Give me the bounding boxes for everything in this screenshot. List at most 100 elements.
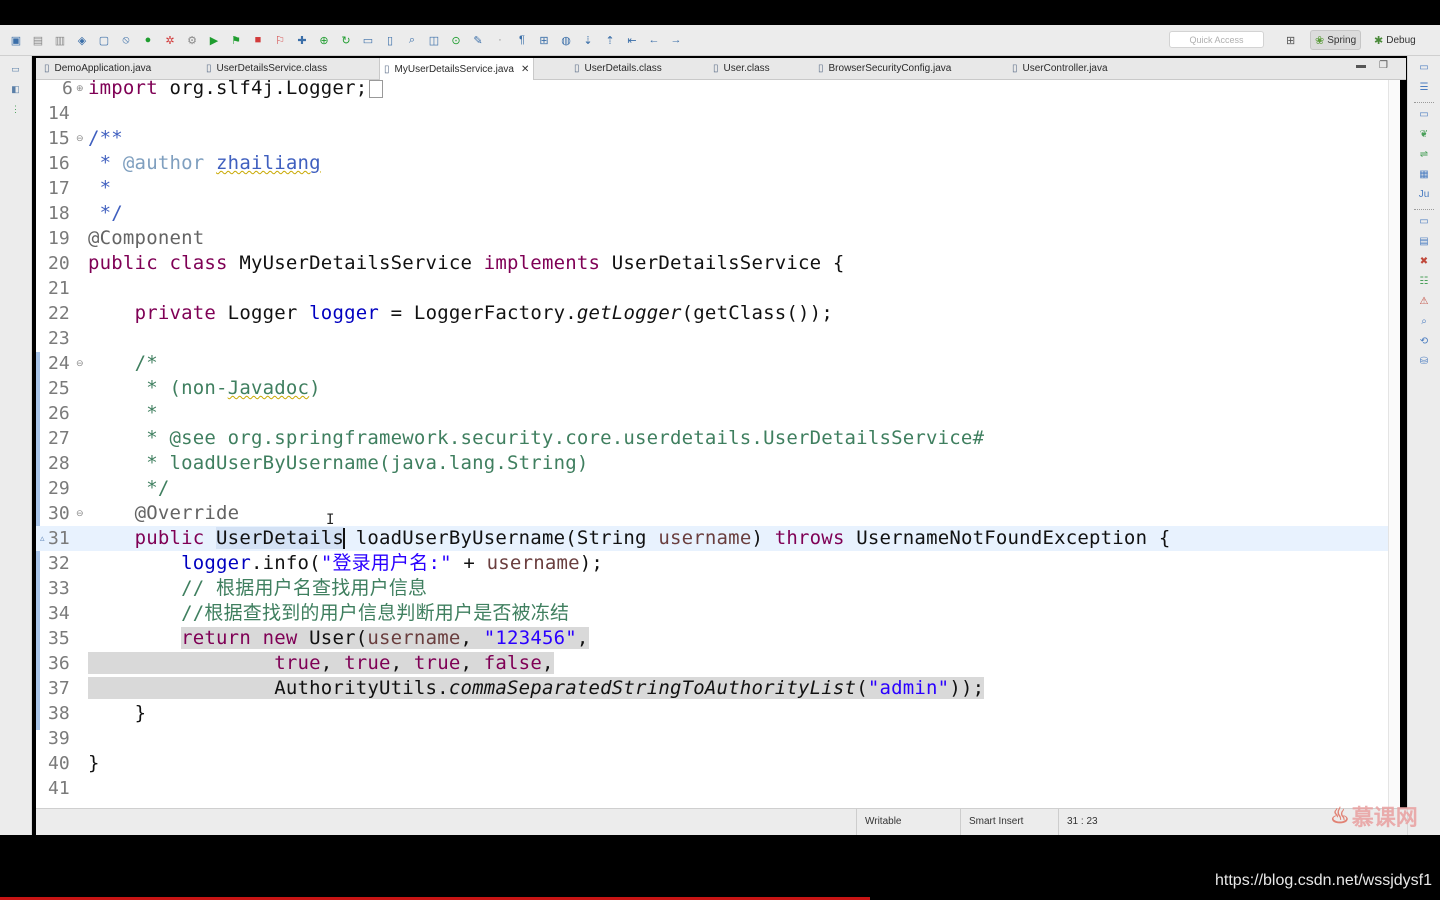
code-line: 28 * loadUserByUsername(java.lang.String… xyxy=(36,451,1388,476)
right-trim-stack: ▭ ☰ ▭ ❦ ⇌ ▦ Ju ▭ ▤ ✖ ☷ ⚠ ⌕ ⟲ ⛁ xyxy=(1407,56,1440,835)
tab-label: MyUserDetailsService.java xyxy=(394,63,514,75)
folded-imports-box[interactable] xyxy=(369,80,384,98)
next-annotation-icon[interactable]: ⇣ xyxy=(578,31,598,49)
pin-icon[interactable]: ⊙ xyxy=(446,31,466,49)
close-tab-icon[interactable]: ✕ xyxy=(521,64,529,75)
refresh-icon[interactable]: ↻ xyxy=(336,31,356,49)
maximize-icon[interactable]: ❐ xyxy=(1379,60,1388,71)
run-icon[interactable]: ▶ xyxy=(204,31,224,49)
console-icon[interactable]: ▤ xyxy=(1416,236,1432,250)
outline-icon[interactable]: ☰ xyxy=(1416,82,1432,96)
annotation: @Component xyxy=(88,227,205,249)
globe-icon[interactable]: ◍ xyxy=(556,31,576,49)
tab-user-details-service-class[interactable]: ▯ UserDetailsService.class xyxy=(206,58,327,79)
line-number: 19 xyxy=(48,228,70,249)
git-staging-icon[interactable]: ⛁ xyxy=(1416,356,1432,370)
edit-icon[interactable]: ✎ xyxy=(468,31,488,49)
string-literal: "登录用户名:" xyxy=(320,552,452,574)
spring-boot-icon[interactable]: ● xyxy=(138,31,158,49)
code-line: 36 true, true, true, false, xyxy=(36,651,1388,676)
keyword: class xyxy=(169,252,228,274)
code-editor[interactable]: 6 ⊕ import org.slf4j.Logger; 14 15 ⊖ /**… xyxy=(36,80,1398,808)
static-method: getLogger xyxy=(576,302,682,324)
code-text: * xyxy=(88,152,123,174)
tab-browser-security-config[interactable]: ▯ BrowserSecurityConfig.java xyxy=(818,58,951,79)
last-edit-icon[interactable]: ⇤ xyxy=(622,31,642,49)
java-file-icon: ▯ xyxy=(44,63,50,74)
code-line: 23 xyxy=(36,326,1388,351)
open-file-icon[interactable]: ▯ xyxy=(380,31,400,49)
restore-icon[interactable]: ▭ xyxy=(1416,216,1432,230)
code-text: ); xyxy=(579,552,604,574)
perspective-spring[interactable]: ❀ Spring xyxy=(1310,30,1362,50)
collapse-icon[interactable]: ⊖ xyxy=(76,351,84,376)
new-package-icon[interactable]: ⊕ xyxy=(314,31,334,49)
open-type-icon[interactable]: ◈ xyxy=(72,31,92,49)
new-class-icon[interactable]: ✚ xyxy=(292,31,312,49)
tab-user-class[interactable]: ▯ User.class xyxy=(713,58,770,79)
run-external-icon[interactable]: ⚑ xyxy=(226,31,246,49)
expand-icon[interactable]: ⊕ xyxy=(76,80,84,101)
relaunch-icon[interactable]: ⚐ xyxy=(270,31,290,49)
imooc-watermark: ♨ 慕课网 xyxy=(1330,800,1418,832)
history-icon[interactable]: ⟲ xyxy=(1416,336,1432,350)
tab-label: User.class xyxy=(723,63,770,74)
collapse-icon[interactable]: ⊖ xyxy=(76,501,84,526)
line-number: 33 xyxy=(48,578,70,599)
toggle-mark-icon[interactable]: · xyxy=(490,31,510,49)
settings-icon[interactable]: ⚙ xyxy=(182,31,202,49)
restore-icon[interactable]: ▭ xyxy=(1416,62,1432,76)
terminal-icon[interactable]: ▢ xyxy=(94,31,114,49)
quick-access-input[interactable]: Quick Access xyxy=(1169,31,1264,48)
comment: // 根据用户名查找用户信息 xyxy=(181,577,428,599)
save-all-icon[interactable]: ▥ xyxy=(50,31,70,49)
comment: //根据查找到的用户信息判断用户是否被冻结 xyxy=(181,602,570,624)
open-folder-icon[interactable]: ▭ xyxy=(358,31,378,49)
tab-user-details-class[interactable]: ▯ UserDetails.class xyxy=(574,58,662,79)
keyword: false xyxy=(483,652,542,674)
restore-icon[interactable]: ▭ xyxy=(1416,109,1432,123)
progress-icon[interactable]: ☷ xyxy=(1416,276,1432,290)
code-text: , xyxy=(460,627,484,649)
restore-icon[interactable]: ▭ xyxy=(9,64,23,76)
tasks-icon[interactable]: ▦ xyxy=(1416,169,1432,183)
problems-icon[interactable]: ✖ xyxy=(1416,256,1432,270)
tab-user-controller[interactable]: ▯ UserController.java xyxy=(1012,58,1108,79)
override-marker-icon[interactable]: ▵ xyxy=(40,526,45,551)
minimize-icon[interactable]: ▬ xyxy=(1356,60,1366,71)
prev-annotation-icon[interactable]: ⇡ xyxy=(600,31,620,49)
perspective-debug[interactable]: ✱ Debug xyxy=(1370,30,1420,50)
junit-icon[interactable]: Ju xyxy=(1416,189,1432,203)
servers-icon[interactable]: ⚠ xyxy=(1416,296,1432,310)
code-line: 19 @Component xyxy=(36,226,1388,251)
code-text: org.slf4j.Logger; xyxy=(157,80,368,99)
new-icon[interactable]: ▣ xyxy=(6,31,26,49)
boot-dashboard-icon[interactable]: ⇌ xyxy=(1416,149,1432,163)
forward-icon[interactable]: → xyxy=(666,31,686,49)
back-icon[interactable]: ← xyxy=(644,31,664,49)
debug-icon[interactable]: ✲ xyxy=(160,31,180,49)
collapse-icon[interactable]: ⊖ xyxy=(76,126,84,151)
package-explorer-icon[interactable]: ◧ xyxy=(9,84,23,96)
spring-explorer-icon[interactable]: ❦ xyxy=(1416,129,1432,143)
open-perspective-icon[interactable]: ⊞ xyxy=(1282,30,1299,50)
search-icon[interactable]: ⌕ xyxy=(402,31,422,49)
overview-ruler[interactable] xyxy=(1388,80,1400,808)
comment: * xyxy=(134,402,158,424)
save-icon[interactable]: ▤ xyxy=(28,31,48,49)
block-select-icon[interactable]: ⊞ xyxy=(534,31,554,49)
folder-icon[interactable]: ◫ xyxy=(424,31,444,49)
mouse-ibeam-cursor-icon: I xyxy=(326,512,335,528)
line-number: 40 xyxy=(48,753,70,774)
tab-label: UserDetails.class xyxy=(584,63,662,74)
tab-demo-application[interactable]: ▯ DemoApplication.java xyxy=(44,58,151,79)
show-whitespace-icon[interactable]: ¶ xyxy=(512,31,532,49)
insert-mode-status[interactable]: Smart Insert xyxy=(960,809,1051,835)
line-number: 27 xyxy=(48,428,70,449)
stop-icon[interactable]: ■ xyxy=(248,31,268,49)
skip-breakpoints-icon[interactable]: ⦸ xyxy=(116,31,136,49)
tab-my-user-details-service[interactable]: ▯ MyUserDetailsService.java ✕ xyxy=(379,58,535,80)
search-view-icon[interactable]: ⌕ xyxy=(1416,316,1432,330)
field-name: logger xyxy=(309,302,380,324)
type-hierarchy-icon[interactable]: ⋮ xyxy=(9,104,23,116)
